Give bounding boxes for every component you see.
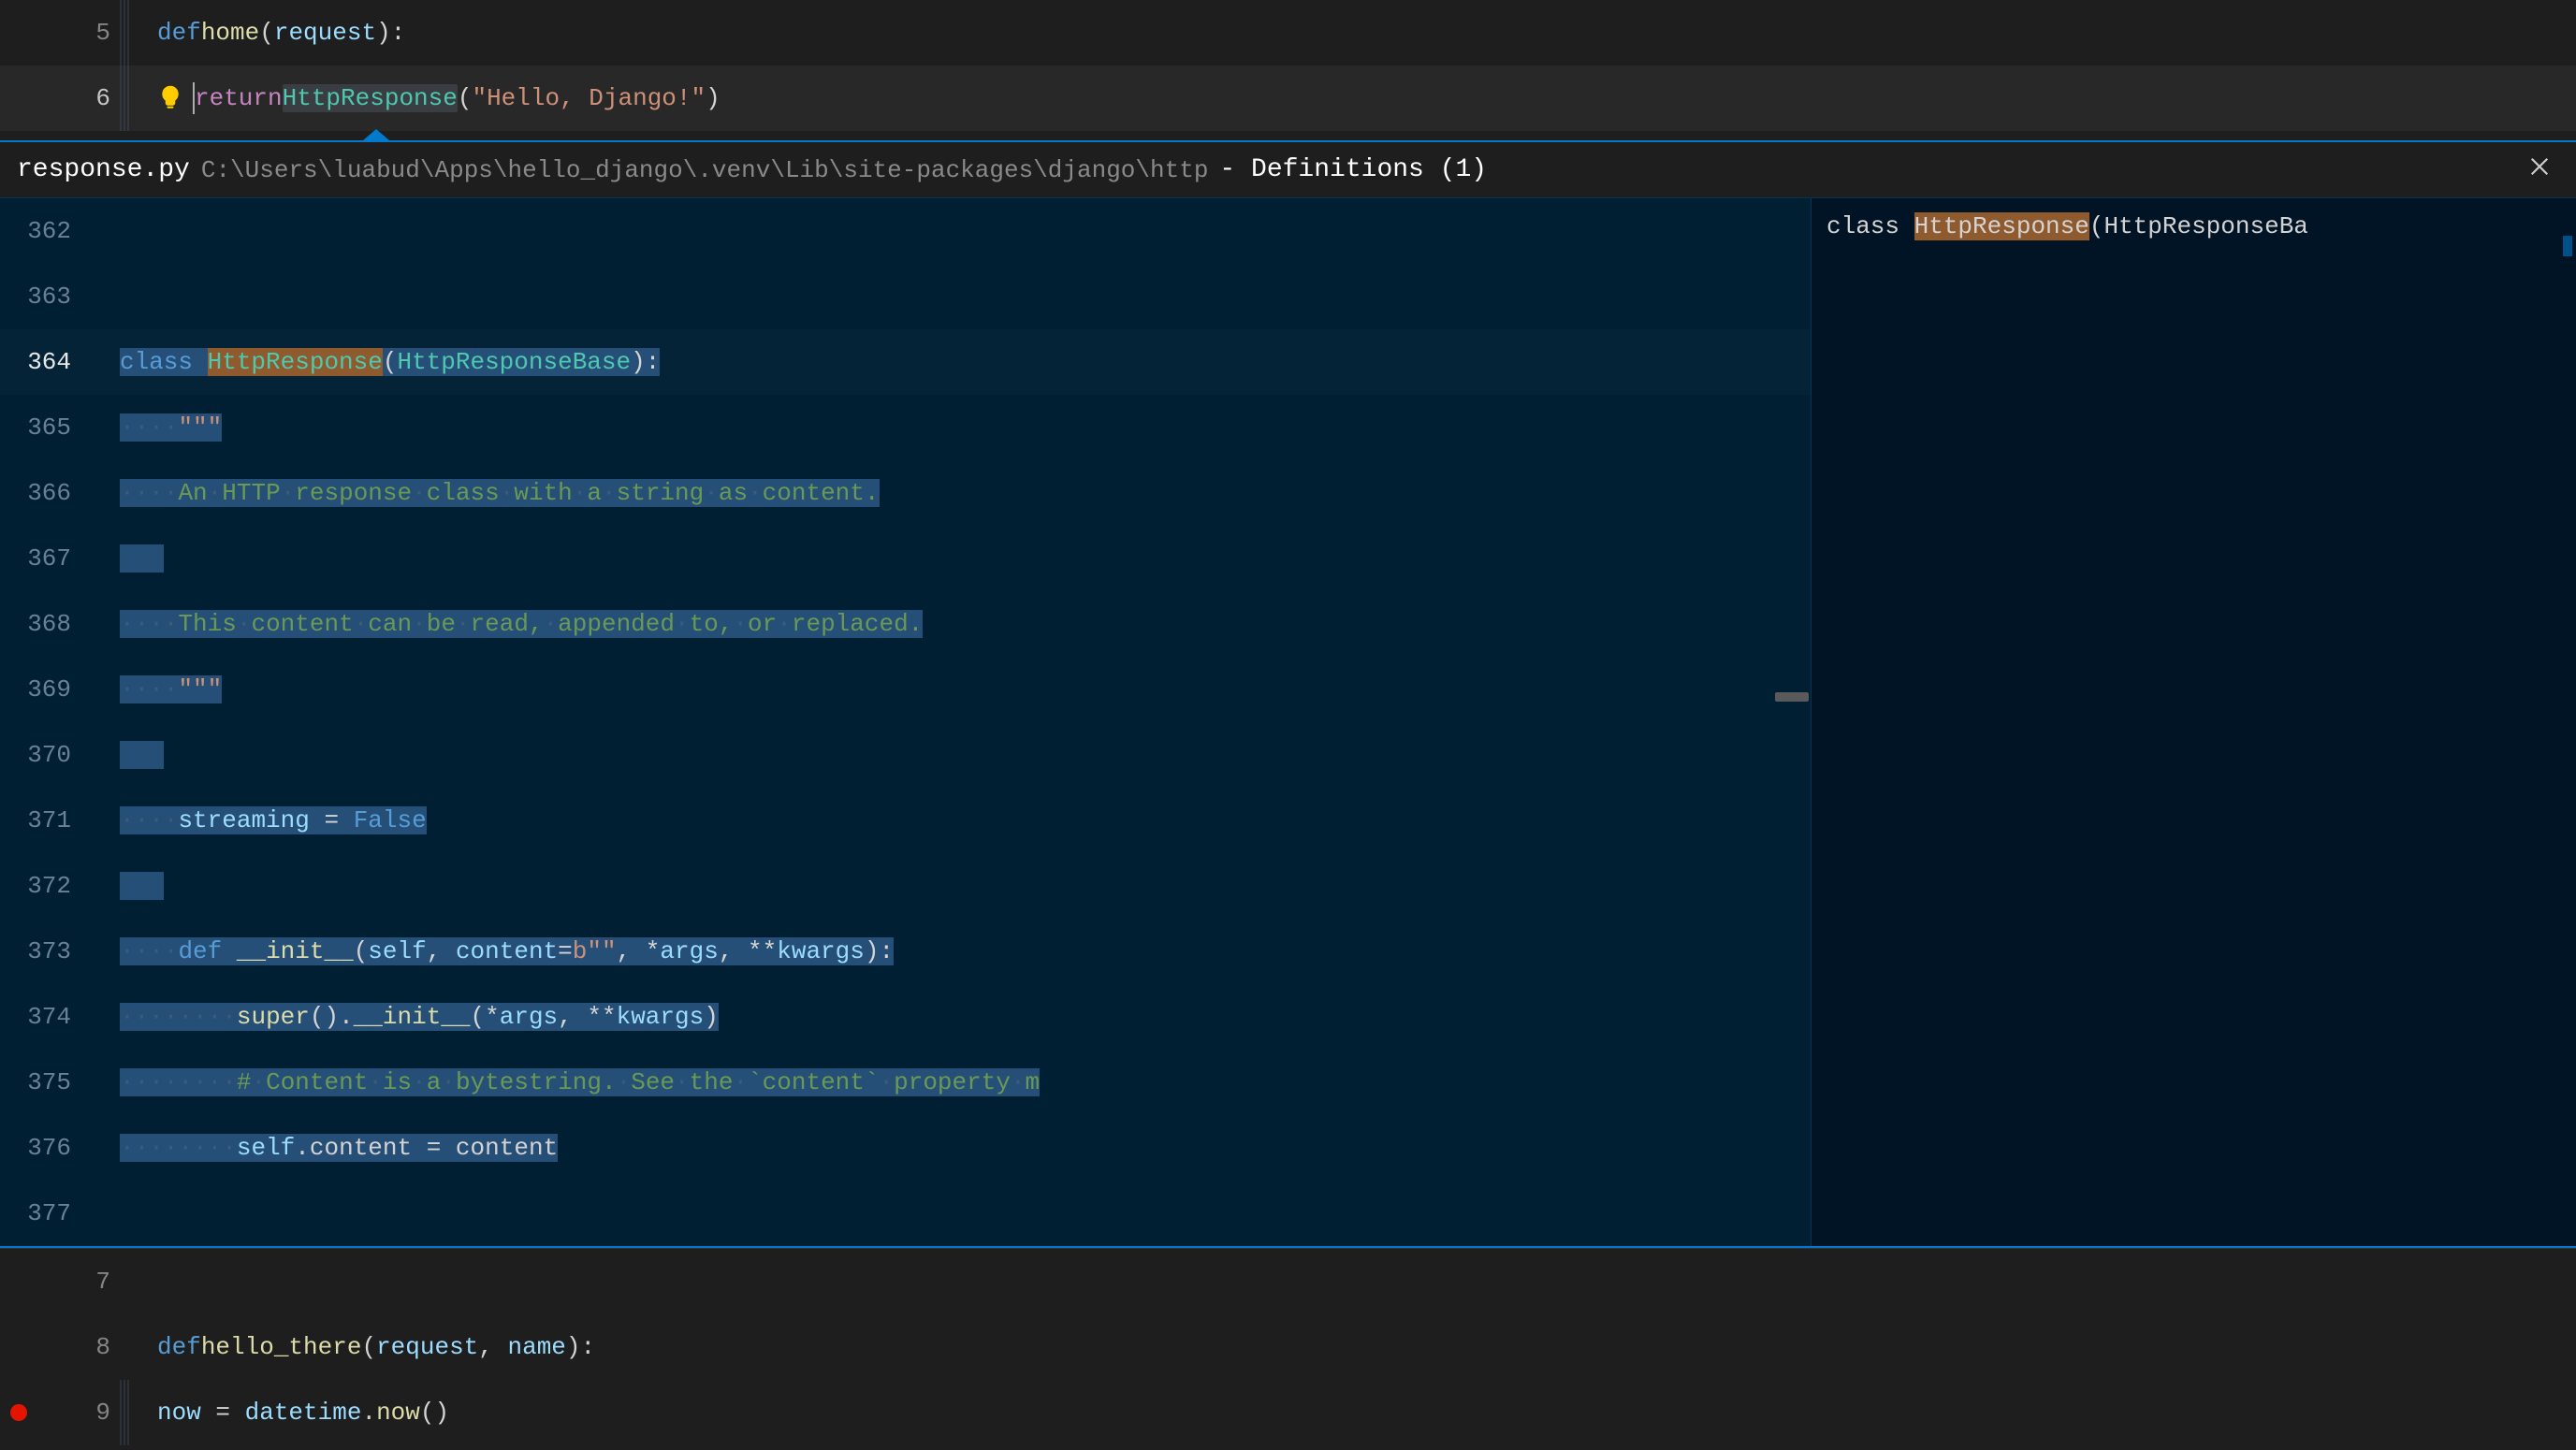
close-icon[interactable] [2520, 151, 2559, 190]
line-number: 373 [0, 937, 86, 965]
line-number: 364 [0, 348, 86, 376]
line-number: 371 [0, 806, 86, 834]
peek-code-content[interactable] [86, 741, 164, 769]
peek-code-line[interactable]: 366····An·HTTP·response·class·with·a·str… [0, 460, 1811, 526]
peek-code-content[interactable] [86, 544, 164, 573]
peek-indicator-arrow [0, 131, 2576, 140]
peek-reference-list: class HttpResponse(HttpResponseBa [1811, 198, 2576, 1246]
reference-prefix: class [1826, 212, 1914, 240]
line-number: 6 [37, 84, 120, 112]
peek-code-line[interactable]: 374········super().__init__(*args, **kwa… [0, 984, 1811, 1050]
peek-code-content[interactable]: ····streaming = False [86, 806, 427, 834]
peek-code-line[interactable]: 364class HttpResponse(HttpResponseBase): [0, 329, 1811, 395]
line-number: 369 [0, 675, 86, 703]
peek-filepath: C:\Users\luabud\Apps\hello_django\.venv\… [201, 156, 1209, 184]
peek-code-content[interactable]: ········super().__init__(*args, **kwargs… [86, 1003, 719, 1031]
peek-sidebar-scroll-indicator [2563, 236, 2572, 256]
peek-code-line[interactable]: 371····streaming = False [0, 788, 1811, 853]
peek-code-content[interactable]: ····An·HTTP·response·class·with·a·string… [86, 479, 880, 507]
peek-code-line[interactable]: 368····This·content·can·be·read,·appende… [0, 591, 1811, 657]
peek-code-line[interactable]: 369····""" [0, 657, 1811, 722]
peek-code-line[interactable]: 375········#·Content·is·a·bytestring.·Se… [0, 1050, 1811, 1115]
line-number: 8 [37, 1333, 120, 1361]
code-line[interactable]: 8 def hello_there(request, name): [0, 1314, 2576, 1380]
peek-code-area[interactable]: 362 363 364class HttpResponse(HttpResponse… [0, 198, 1811, 1246]
peek-code-content[interactable]: ····""" [86, 675, 222, 703]
peek-minimap-indicator[interactable] [1775, 692, 1809, 702]
code-content[interactable]: now = datetime.now() [131, 1399, 449, 1427]
peek-code-line[interactable]: 363 [0, 264, 1811, 329]
code-content[interactable]: def home(request): [131, 19, 405, 47]
peek-definition-window: response.py C:\Users\luabud\Apps\hello_d… [0, 140, 2576, 1248]
code-line[interactable]: 9 now = datetime.now() [0, 1380, 2576, 1445]
line-number: 367 [0, 544, 86, 573]
peek-code-line[interactable]: 372 [0, 853, 1811, 919]
peek-header: response.py C:\Users\luabud\Apps\hello_d… [0, 142, 2576, 198]
peek-code-content[interactable]: ········#·Content·is·a·bytestring.·See·t… [86, 1068, 1040, 1096]
line-number: 362 [0, 217, 86, 245]
peek-code-content[interactable]: ····def __init__(self, content=b"", *arg… [86, 937, 894, 965]
editor-bottom-pane: 7 8 def hello_there(request, name): 9 now =… [0, 1248, 2576, 1445]
peek-reference-item[interactable]: class HttpResponse(HttpResponseBa [1812, 198, 2576, 254]
peek-code-content[interactable]: ····This·content·can·be·read,·appended·t… [86, 610, 923, 638]
fold-indicator [120, 1249, 131, 1314]
line-number: 363 [0, 283, 86, 311]
code-content[interactable]: def hello_there(request, name): [131, 1333, 595, 1361]
peek-code-line[interactable]: 362 [0, 198, 1811, 264]
peek-code-content[interactable]: ····""" [86, 413, 222, 442]
code-line[interactable]: 6 return HttpResponse("Hello, Django!") [0, 65, 2576, 131]
line-number: 375 [0, 1068, 86, 1096]
fold-indicator [120, 1380, 131, 1445]
line-number: 372 [0, 872, 86, 900]
line-number: 366 [0, 479, 86, 507]
fold-indicator [120, 0, 131, 65]
line-number: 365 [0, 413, 86, 442]
peek-code-line[interactable]: 377 [0, 1181, 1811, 1246]
code-content[interactable]: return HttpResponse("Hello, Django!") [131, 82, 720, 114]
peek-definitions-count: - Definitions (1) [1219, 155, 1487, 184]
code-line[interactable]: 5 def home(request): [0, 0, 2576, 65]
peek-code-line[interactable]: 365····""" [0, 395, 1811, 460]
peek-body: 362363364class HttpResponse(HttpResponse… [0, 198, 2576, 1246]
reference-highlight: HttpResponse [1914, 212, 2089, 240]
editor-top-pane: 5 def home(request): 6 return HttpResponse… [0, 0, 2576, 131]
code-line[interactable]: 7 [0, 1249, 2576, 1314]
line-number: 5 [37, 19, 120, 47]
peek-code-content[interactable]: class HttpResponse(HttpResponseBase): [86, 348, 660, 376]
fold-indicator [120, 1314, 131, 1380]
breakpoint-icon[interactable] [10, 1404, 27, 1421]
lightbulb-icon[interactable] [157, 84, 185, 112]
peek-code-content[interactable]: ········self.content = content [86, 1134, 558, 1162]
peek-code-line[interactable]: 367 [0, 526, 1811, 591]
line-number: 9 [37, 1399, 120, 1427]
line-number: 374 [0, 1003, 86, 1031]
peek-filename: response.py [17, 155, 190, 184]
peek-code-content[interactable] [86, 872, 164, 900]
reference-suffix: (HttpResponseBa [2089, 212, 2308, 240]
line-number: 377 [0, 1199, 86, 1227]
peek-code-line[interactable]: 370 [0, 722, 1811, 788]
peek-code-line[interactable]: 373····def __init__(self, content=b"", *… [0, 919, 1811, 984]
fold-indicator [120, 65, 131, 131]
line-number: 370 [0, 741, 86, 769]
breakpoint-gutter[interactable] [0, 1404, 37, 1421]
line-number: 376 [0, 1134, 86, 1162]
peek-code-line[interactable]: 376········self.content = content [0, 1115, 1811, 1181]
line-number: 368 [0, 610, 86, 638]
line-number: 7 [37, 1268, 120, 1296]
